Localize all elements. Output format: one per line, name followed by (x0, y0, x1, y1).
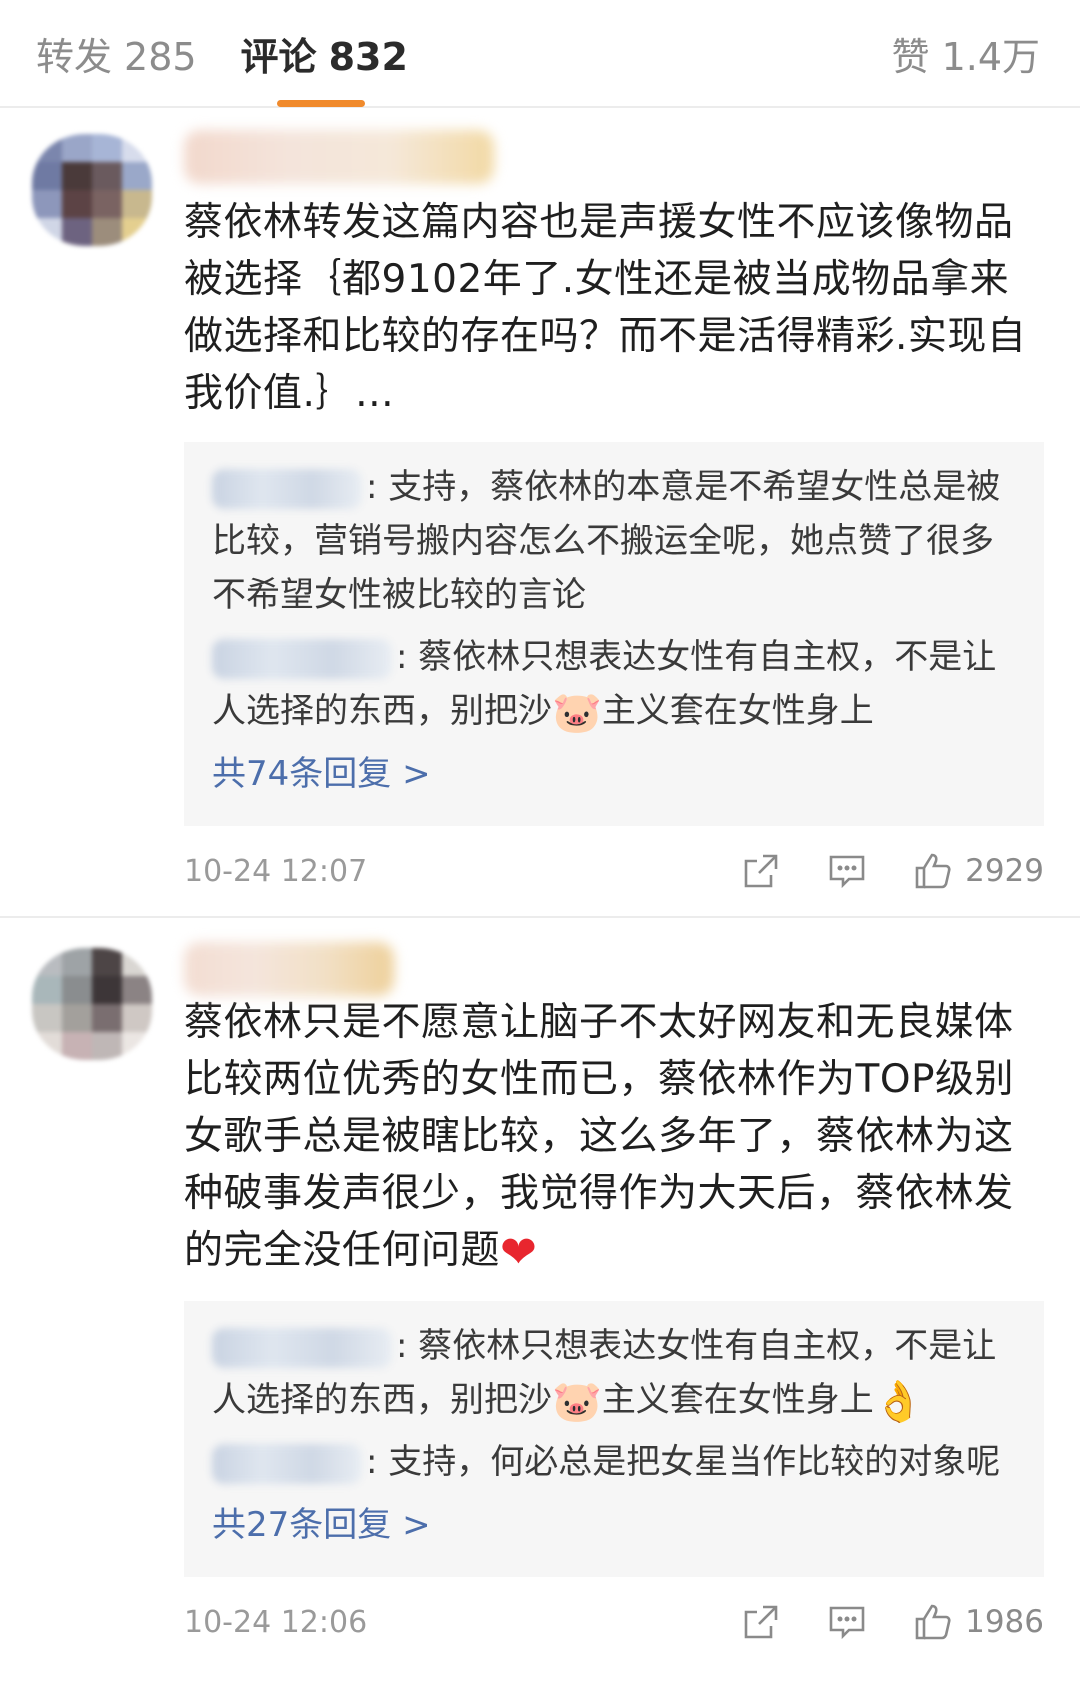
reply-text: : 支持，何必总是把女星当作比较的对象呢 (366, 1442, 1001, 1482)
comment-icon[interactable] (827, 1602, 867, 1642)
tab-likes-label: 赞 (891, 34, 930, 79)
reply-text-after: 主义套在女性身上 (601, 1380, 874, 1420)
reply-item[interactable]: : 蔡依林只想表达女性有自主权，不是让人选择的东西，别把沙🐷主义套在女性身上 (212, 630, 1016, 738)
pig-emoji: 🐷 (552, 690, 602, 736)
pig-emoji: 🐷 (552, 1379, 602, 1425)
more-replies-link[interactable]: 共74条回复 > (212, 744, 1016, 804)
comment-text: 蔡依林转发这篇内容也是声援女性不应该像物品被选择｛都9102年了.女性还是被当成… (184, 200, 1027, 416)
avatar[interactable] (32, 948, 152, 1060)
reply-preview[interactable]: : 蔡依林只想表达女性有自主权，不是让人选择的东西，别把沙🐷主义套在女性身上👌 … (184, 1301, 1044, 1577)
username-redacted[interactable] (184, 130, 494, 184)
reply-username-redacted (212, 468, 362, 509)
reply-username-redacted (212, 1443, 362, 1484)
comment-text-content: 蔡依林只是不愿意让脑子不太好网友和无良媒体比较两位优秀的女性而已，蔡依林作为TO… (184, 1000, 1015, 1273)
comment-item: 蔡依林只是不愿意让脑子不太好网友和无良媒体比较两位优秀的女性而已，蔡依林作为TO… (0, 916, 1080, 1667)
reply-item[interactable]: : 支持，何必总是把女星当作比较的对象呢 (212, 1435, 1016, 1489)
comment-time: 10-24 12:06 (184, 1604, 368, 1640)
tab-repost-count: 285 (124, 34, 197, 79)
like-count: 1986 (965, 1604, 1044, 1640)
comment-item: 蔡依林转发这篇内容也是声援女性不应该像物品被选择｛都9102年了.女性还是被当成… (0, 108, 1080, 916)
reply-text-after: 主义套在女性身上 (601, 691, 874, 731)
comment-tabs: 转发 285 评论 832 赞 1.4万 (0, 0, 1080, 108)
reply-preview[interactable]: : 支持，蔡依林的本意是不希望女性总是被比较，营销号搬内容怎么不搬运全呢，她点赞… (184, 442, 1044, 826)
tab-likes[interactable]: 赞 1.4万 (892, 26, 1040, 81)
active-tab-indicator (276, 99, 365, 107)
comment-icon[interactable] (827, 851, 867, 891)
share-icon[interactable] (741, 851, 781, 891)
reply-item[interactable]: : 蔡依林只想表达女性有自主权，不是让人选择的东西，别把沙🐷主义套在女性身上👌 (212, 1319, 1016, 1427)
tab-comments-count: 832 (328, 34, 408, 79)
reply-username-redacted (212, 1327, 392, 1368)
tab-repost-label: 转发 (36, 34, 113, 79)
heart-emoji: ❤ (500, 1227, 538, 1278)
share-icon[interactable] (741, 1602, 781, 1642)
reply-username-redacted (212, 638, 392, 679)
username-redacted[interactable] (184, 942, 394, 996)
comment-meta: 10-24 12:07 2929 (184, 826, 1044, 916)
tab-comments[interactable]: 评论 832 (240, 26, 408, 107)
like-count: 2929 (965, 853, 1044, 889)
tab-likes-count: 1.4万 (941, 34, 1040, 79)
comment-meta: 10-24 12:06 1986 (184, 1577, 1044, 1667)
reply-item[interactable]: : 支持，蔡依林的本意是不希望女性总是被比较，营销号搬内容怎么不搬运全呢，她点赞… (212, 460, 1016, 622)
tab-repost[interactable]: 转发 285 (36, 26, 197, 81)
comment-time: 10-24 12:07 (184, 853, 368, 889)
thumbs-up-icon[interactable] (913, 1602, 953, 1642)
thumbs-up-icon[interactable] (913, 851, 953, 891)
tab-comments-label: 评论 (240, 34, 317, 79)
more-replies-link[interactable]: 共27条回复 > (212, 1495, 1016, 1555)
avatar[interactable] (32, 134, 152, 246)
comment-text: 蔡依林只是不愿意让脑子不太好网友和无良媒体比较两位优秀的女性而已，蔡依林作为TO… (184, 994, 1044, 1281)
ok-hand-emoji: 👌 (873, 1379, 924, 1425)
